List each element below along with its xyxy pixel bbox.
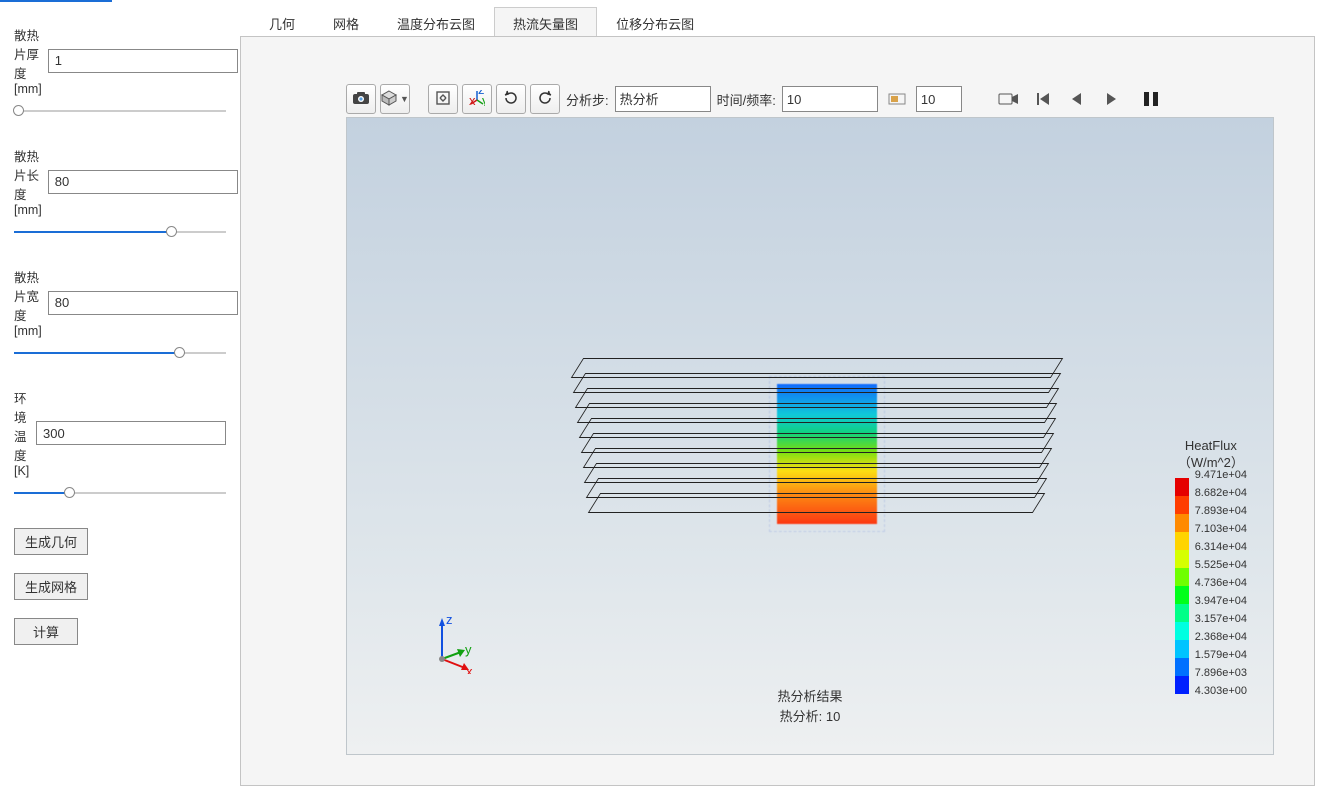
analysis-step-label: 分析步: — [564, 90, 611, 109]
legend-value: 4.736e+04 — [1189, 577, 1247, 595]
legend-value: 1.579e+04 — [1189, 649, 1247, 667]
legend-value: 9.471e+04 — [1189, 469, 1247, 487]
legend-value: 7.103e+04 — [1189, 523, 1247, 541]
legend-swatch — [1175, 496, 1189, 514]
cube-icon — [381, 90, 397, 109]
param-slider-3[interactable] — [14, 486, 226, 500]
tab-1[interactable]: 网格 — [314, 7, 378, 37]
svg-text:y: y — [465, 642, 472, 657]
param-label-3: 环境温度[K] — [14, 388, 30, 478]
tab-0[interactable]: 几何 — [250, 7, 314, 37]
heatsink-model — [577, 358, 1057, 548]
legend-swatch — [1175, 568, 1189, 586]
param-slider-2[interactable] — [14, 346, 226, 360]
param-input-2[interactable] — [48, 291, 238, 315]
param-slider-1[interactable] — [14, 225, 226, 239]
legend-value: 3.947e+04 — [1189, 595, 1247, 613]
sidebar: 散热片厚度[mm] 散热片长度[mm] 散热片宽度[mm] 环境温度[K] 生成… — [0, 7, 240, 786]
view-cube-button[interactable]: ▼ — [380, 84, 410, 114]
legend-swatch — [1175, 658, 1189, 676]
color-legend: HeatFlux （W/m^2） 9.471e+048.682e+047.893… — [1175, 438, 1247, 703]
param-input-0[interactable] — [48, 49, 238, 73]
viewport-frame: ▼ zxy 分析步: 热分析 时间/频率: 10 — [240, 36, 1315, 786]
fit-view-button[interactable] — [428, 84, 458, 114]
legend-swatch — [1175, 478, 1189, 496]
legend-swatch — [1175, 514, 1189, 532]
time-frequency-label: 时间/频率: — [715, 90, 778, 109]
tab-2[interactable]: 温度分布云图 — [378, 7, 494, 37]
legend-swatch — [1175, 604, 1189, 622]
legend-swatch — [1175, 622, 1189, 640]
viewport-3d[interactable]: 热分析结果 热分析: 10 HeatFlux （W/m^2） 9.471e+04… — [346, 117, 1274, 755]
result-caption: 热分析结果 热分析: 10 — [777, 687, 842, 726]
frame-icon — [882, 84, 912, 114]
screenshot-button[interactable] — [346, 84, 376, 114]
frame-spin-input[interactable] — [916, 86, 962, 112]
viewport-toolbar: ▼ zxy 分析步: 热分析 时间/频率: 10 — [346, 82, 1274, 116]
tab-3[interactable]: 热流矢量图 — [494, 7, 597, 37]
legend-swatch — [1175, 550, 1189, 568]
legend-swatch — [1175, 640, 1189, 658]
reset-view-button[interactable] — [496, 84, 526, 114]
camera-icon — [352, 91, 370, 108]
tab-4[interactable]: 位移分布云图 — [597, 7, 713, 37]
legend-value: 3.157e+04 — [1189, 613, 1247, 631]
legend-title-1: HeatFlux — [1175, 438, 1247, 455]
axes-button[interactable]: zxy — [462, 84, 492, 114]
param-label-1: 散热片长度[mm] — [14, 146, 42, 217]
param-input-1[interactable] — [48, 170, 238, 194]
legend-value: 5.525e+04 — [1189, 559, 1247, 577]
analysis-step-select[interactable]: 热分析 — [615, 86, 711, 112]
time-frequency-select[interactable]: 10 — [782, 86, 878, 112]
svg-text:x: x — [466, 664, 473, 674]
legend-value: 7.896e+03 — [1189, 667, 1247, 685]
param-slider-0[interactable] — [14, 104, 226, 118]
chevron-down-icon: ▼ — [400, 94, 409, 104]
rotate-button[interactable] — [530, 84, 560, 114]
record-button[interactable] — [994, 84, 1024, 114]
svg-text:y: y — [482, 93, 485, 106]
legend-value: 6.314e+04 — [1189, 541, 1247, 559]
play-button[interactable] — [1096, 84, 1126, 114]
last-frame-button[interactable] — [1136, 84, 1166, 114]
fit-icon — [435, 90, 451, 109]
axis-triad: z x y — [417, 614, 477, 674]
legend-value: 7.893e+04 — [1189, 505, 1247, 523]
generate-mesh-button[interactable]: 生成网格 — [14, 573, 88, 600]
axes-icon: zxy — [469, 90, 485, 109]
svg-text:z: z — [446, 614, 453, 627]
first-frame-button[interactable] — [1028, 84, 1058, 114]
calculate-button[interactable]: 计算 — [14, 618, 78, 645]
legend-swatch — [1175, 676, 1189, 694]
tab-bar: 几何网格温度分布云图热流矢量图位移分布云图 — [240, 7, 1315, 37]
legend-swatch — [1175, 532, 1189, 550]
legend-value: 4.303e+00 — [1189, 685, 1247, 703]
param-input-3[interactable] — [36, 421, 226, 445]
rotate-icon — [537, 90, 553, 109]
param-label-0: 散热片厚度[mm] — [14, 25, 42, 96]
svg-text:x: x — [469, 93, 476, 106]
reset-icon — [503, 90, 519, 109]
generate-geometry-button[interactable]: 生成几何 — [14, 528, 88, 555]
prev-frame-button[interactable] — [1062, 84, 1092, 114]
legend-value: 8.682e+04 — [1189, 487, 1247, 505]
param-label-2: 散热片宽度[mm] — [14, 267, 42, 338]
legend-value: 2.368e+04 — [1189, 631, 1247, 649]
legend-swatch — [1175, 586, 1189, 604]
